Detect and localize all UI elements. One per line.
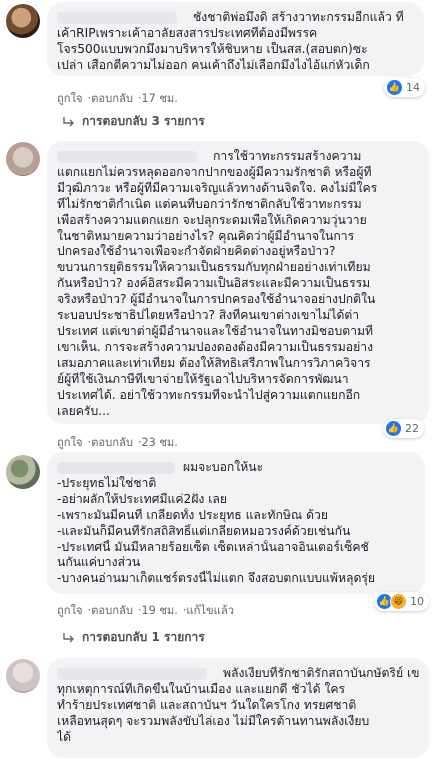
avatar[interactable]: [6, 455, 40, 489]
comment-text-line: เปล่า เสือกตีความไม่ออก คนเค้าถึงไม่เลือ…: [57, 57, 370, 72]
reaction-count[interactable]: 👍 😆 10: [374, 592, 429, 611]
comment-text-line: ในชาติหมายความว่าอย่างไร? คุณคิดว่าผู้มี…: [57, 228, 355, 243]
comment-text-line: ขบวนการยุติธรรมให้ความเป็นธรรมกับทุกฝ่าย…: [57, 260, 371, 275]
view-replies-link[interactable]: การตอบกลับ 3 รายการ: [62, 112, 205, 131]
comment-thread: ชังชาติพ่อมึงดิ สร้างวาทะกรรมอีกแล้ว ที่…: [0, 0, 437, 761]
comment-bubble: การใช้วาทะกรรมสร้างความ แตกแยกไม่ควรหลุด…: [47, 141, 429, 424]
comment-text-line: ประเทศได้. อย่าใช้วาทะกรรมที่จะนำไปสู่คว…: [57, 387, 361, 402]
comment-text-line: เค้าRIPเพราะเค้าอาลัยสงสารประเทศที่ต้องม…: [57, 25, 318, 40]
like-link[interactable]: ถูกใจ: [57, 436, 83, 449]
comment-text-line: -และมันก็มีคนที่รักสถิสิทธิ์แต่เกลียดหมอ…: [57, 523, 351, 538]
view-replies-label: การตอบกลับ 1 รายการ: [82, 630, 205, 644]
reply-arrow-icon: [63, 632, 74, 642]
comment-text-line: จริงหรือป่าว? ผู้มีอำนาจในการปกครองใช้อำ…: [57, 292, 376, 307]
comment-text-line: โจร500แบบพวกมึงมาบริหารให้ชิบหาย เป็นสส.…: [57, 41, 368, 56]
comment-text-line: ทำร้ายประเทศชาติ และสถาบันฯ วันใดใครโกง …: [57, 697, 357, 712]
comment-text-line: -บางคนอ่านมาเก็ตแชร์ตรงนี้ไม่แตก จึงสอบต…: [57, 571, 376, 586]
comment-text-line: ประเทศ แต่เขาต่าผู้มีอำนาจและใช้อำนาจในท…: [57, 323, 374, 338]
reaction-count-value: 14: [406, 81, 420, 94]
comment-bubble: ผมจะบอกให้นะ -ประยุทธไม่ใช่ชาติ -อย่าผลั…: [47, 452, 425, 594]
redacted-name[interactable]: [57, 12, 177, 24]
comment-text-line: -ประเทศนี้ มันมีหลายร้อยเซ็ต เซ็ตเหล่านั…: [57, 539, 369, 554]
timestamp[interactable]: 19 ชม.: [142, 604, 178, 617]
comment-text-line: นกันแค่บางส่วน: [57, 555, 141, 570]
comment-text-line: เหลือทนสุดๆ จะรวมพลังขับไล่เอง ไม่มีใครต…: [57, 713, 370, 728]
reaction-count-value: 10: [410, 595, 424, 608]
avatar[interactable]: [6, 4, 40, 38]
timestamp[interactable]: 23 ชม.: [142, 436, 178, 449]
reply-arrow-icon: [63, 116, 74, 126]
comment-text-line: -เพราะมันมีคนที่ เกลียดทั้ง ประยุทธ และท…: [57, 507, 328, 522]
view-replies-label: การตอบกลับ 3 รายการ: [82, 114, 205, 128]
reaction-count[interactable]: 👍 14: [384, 78, 425, 97]
comment-text-line: กันหรือป่าว? องค์อิสระมีความเป็นอิสระและ…: [57, 276, 371, 291]
reply-link[interactable]: ตอบกลับ: [91, 92, 133, 105]
comment-actions: ถูกใจ ·ตอบกลับ ·23 ชม.: [57, 433, 178, 451]
comment-text-line: เพื่อสร้างความแตกแยก จะปลุกระดมเพื่อให้เ…: [57, 212, 367, 227]
avatar[interactable]: [6, 659, 40, 693]
like-reaction-icon: 👍: [385, 420, 402, 437]
haha-reaction-icon: 😆: [390, 593, 407, 610]
comment-text-line: แตกแยกไม่ควรหลุดออกจากปากของผู้มีความรัก…: [57, 164, 372, 179]
edited-label[interactable]: แก้ไขแล้ว: [186, 604, 234, 617]
comment-actions: ถูกใจ ·ตอบกลับ ·17 ชม.: [57, 89, 178, 107]
like-link[interactable]: ถูกใจ: [57, 604, 83, 617]
comment-text-line: -ประยุทธไม่ใช่ชาติ: [57, 475, 157, 490]
comment-text-line: ปกครองใช้อำนาจเพื่อจะกำจัดฝ่ายคิดต่างอยู…: [57, 244, 336, 259]
reply-link[interactable]: ตอบกลับ: [91, 436, 133, 449]
reaction-count[interactable]: 👍 22: [383, 419, 424, 438]
comment-text-line: เขาเห็น. การจะสร้างความปองดองต้องมีความเ…: [57, 339, 374, 354]
like-reaction-icon: 👍: [386, 79, 403, 96]
comment-text-line: ระบอบประชาธิปไตยหรือป่าว? สิ่งที่คนเขาต่…: [57, 308, 360, 323]
comment-text-line: เสมอภาคและเท่าเทียม ต้องให้สิทธิเสรีภาพใ…: [57, 355, 371, 370]
comment-text-line: มีวุฒิภาวะ หรือผู้ที่มีความเจริญแล้วทางด…: [57, 180, 378, 195]
avatar[interactable]: [6, 142, 40, 176]
reply-link[interactable]: ตอบกลับ: [91, 604, 133, 617]
comment-text-line: ที่ไม่รักชาติกำเนิด แต่คนที่บอกว่ารักชาต…: [57, 196, 362, 211]
comment-bubble: พลังเงียบที่รักชาติรักสถาบันกษัตริย์ เขา…: [47, 658, 429, 758]
comment-actions: ถูกใจ ·ตอบกลับ ·19 ชม. ·แก้ไขแล้ว: [57, 601, 234, 619]
comment-text-line: ได้: [57, 729, 72, 744]
like-link[interactable]: ถูกใจ: [57, 92, 83, 105]
comment-text-line: เลยครับ...: [57, 403, 110, 418]
view-replies-link[interactable]: การตอบกลับ 1 รายการ: [62, 628, 205, 647]
redacted-name[interactable]: [57, 462, 175, 474]
redacted-name[interactable]: [57, 151, 197, 163]
comment-bubble: ชังชาติพ่อมึงดิ สร้างวาทะกรรมอีกแล้ว ที่…: [47, 2, 424, 76]
comment-text-line: -อย่าผลักให้ประเทศมีแค่2ฝั่ง เลย: [57, 491, 227, 506]
reaction-count-value: 22: [405, 422, 419, 435]
comment-text-line: ทุกเหตุการณ์ที่เกิดขึ้นในบ้านเมือง และแย…: [57, 681, 346, 696]
timestamp[interactable]: 17 ชม.: [142, 92, 178, 105]
redacted-name[interactable]: [57, 668, 207, 680]
comment-text-line: ย์ผู้ที่ใช้เงินภาษีที่เขาจ่ายให้รัฐเอาไป…: [57, 371, 349, 386]
